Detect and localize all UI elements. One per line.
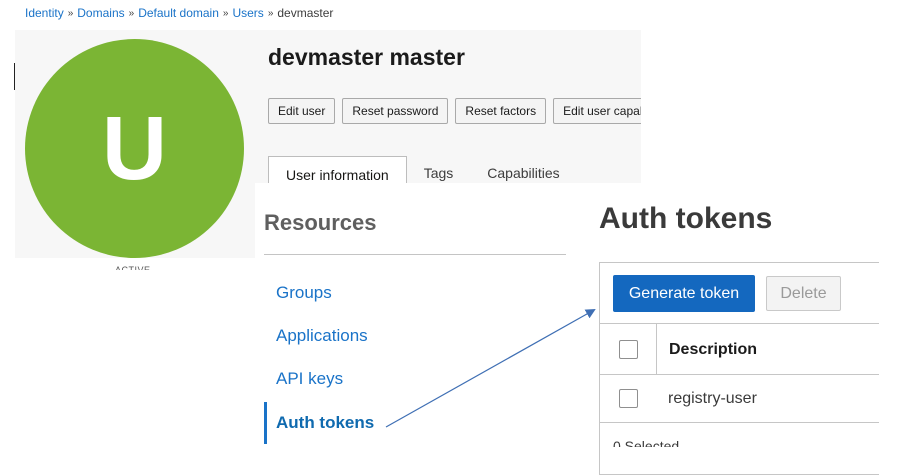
table-row: registry-user: [600, 375, 879, 423]
generate-token-button[interactable]: Generate token: [613, 275, 755, 312]
select-all-checkbox[interactable]: [619, 340, 638, 359]
text-cursor: [14, 63, 15, 90]
user-name-title: devmaster master: [268, 44, 465, 70]
resources-nav-api-keys[interactable]: API keys: [264, 358, 564, 400]
auth-tokens-table: Generate token Delete Description regist…: [599, 262, 879, 475]
user-action-bar: Edit user Reset password Reset factors E…: [268, 98, 641, 126]
breadcrumb-default-domain[interactable]: Default domain: [138, 6, 219, 20]
reset-factors-button[interactable]: Reset factors: [455, 98, 547, 124]
auth-tokens-heading: Auth tokens: [599, 202, 773, 235]
user-avatar: U: [25, 39, 244, 258]
resources-nav-auth-tokens[interactable]: Auth tokens: [264, 402, 564, 444]
table-header: Description: [600, 324, 879, 375]
row-checkbox[interactable]: [619, 389, 638, 408]
resources-divider: [264, 254, 566, 255]
selected-count: 0 Selected: [613, 438, 680, 447]
column-divider: [656, 324, 657, 375]
resources-nav-applications[interactable]: Applications: [264, 315, 564, 357]
edit-user-button[interactable]: Edit user: [268, 98, 336, 124]
breadcrumb-separator: »: [67, 7, 74, 19]
breadcrumb: Identity » Domains » Default domain » Us…: [25, 6, 333, 20]
delete-button[interactable]: Delete: [766, 276, 841, 311]
reset-password-button[interactable]: Reset password: [342, 98, 449, 124]
resources-heading: Resources: [264, 210, 377, 235]
resources-nav-groups[interactable]: Groups: [264, 272, 564, 314]
edit-user-capabilities-button[interactable]: Edit user capabilities: [553, 98, 641, 124]
table-toolbar: Generate token Delete: [600, 263, 879, 324]
breadcrumb-users[interactable]: Users: [232, 6, 263, 20]
avatar-letter: U: [102, 98, 167, 199]
breadcrumb-domains[interactable]: Domains: [77, 6, 124, 20]
breadcrumb-current: devmaster: [277, 6, 334, 20]
breadcrumb-separator: »: [267, 7, 274, 19]
breadcrumb-separator: »: [128, 7, 135, 19]
breadcrumb-identity[interactable]: Identity: [25, 6, 64, 20]
column-header-description[interactable]: Description: [669, 341, 757, 359]
token-description: registry-user: [668, 390, 757, 407]
breadcrumb-separator: »: [222, 7, 229, 19]
user-status-label: ACTIVE: [115, 266, 151, 270]
